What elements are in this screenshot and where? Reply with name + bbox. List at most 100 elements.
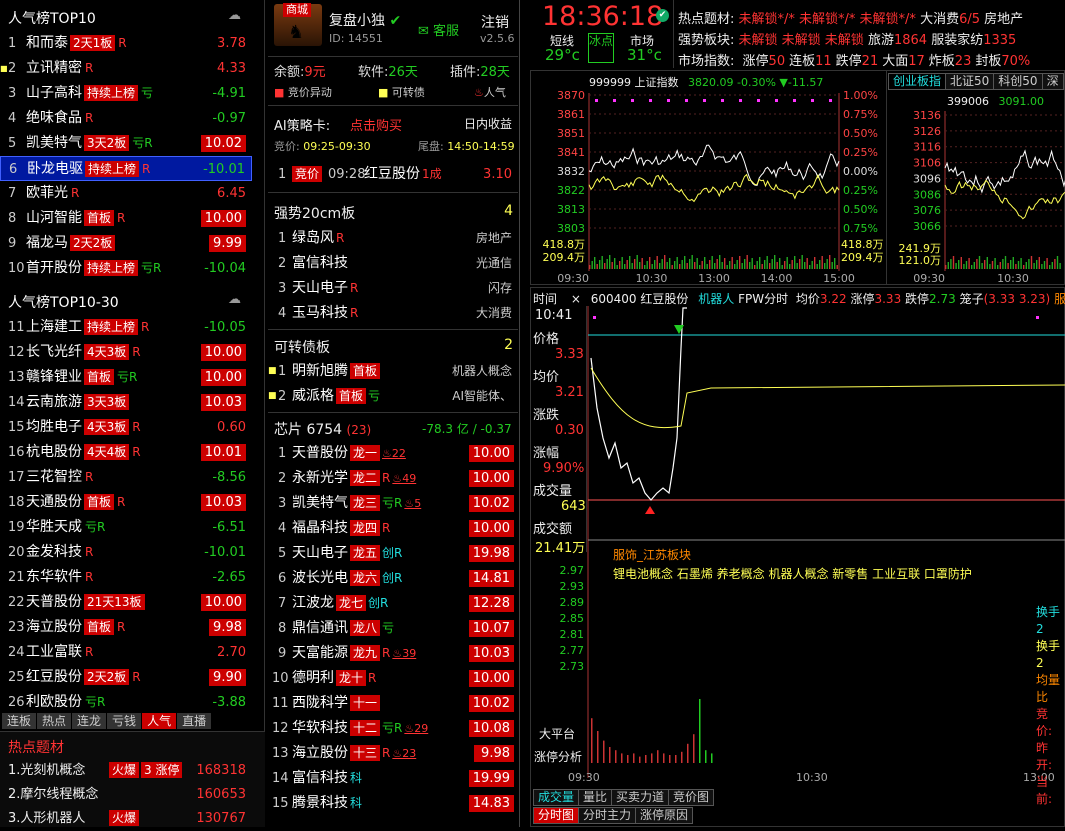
list-item[interactable]: 6 卧龙电驱 持续上榜 R -10.01 — [0, 156, 252, 181]
volume-bar — [769, 263, 771, 269]
list-item[interactable]: 8 鼎信通讯 龙八亏 10.07 — [268, 616, 518, 641]
list-item[interactable]: 18 天通股份 首板 R 10.03 — [0, 490, 252, 515]
bottom-tab2[interactable]: 涨停原因 — [635, 807, 694, 824]
list-item[interactable]: ■ 2 威派格 首板亏 AI智能体、 — [268, 384, 518, 409]
platform-label[interactable]: 大平台 — [539, 725, 575, 742]
rank: 4 — [8, 111, 17, 126]
hot-items[interactable]: 未解锁*/* 未解锁*/* 未解锁*/* — [739, 12, 916, 27]
bottom-tab2[interactable]: 分时主力 — [578, 807, 637, 824]
list-item[interactable]: 3 山子高科 持续上榜亏 -4.91 — [0, 81, 252, 106]
volume-bar — [654, 260, 656, 269]
list-item[interactable]: 4 福晶科技 龙四 R 10.00 — [268, 516, 518, 541]
list-item[interactable]: 3 凯美特气 龙三 亏R ♨5 10.02 — [268, 491, 518, 516]
tab-3[interactable]: 亏钱 — [107, 713, 142, 729]
avatar[interactable]: 商城 ♞ — [274, 3, 322, 46]
list-item[interactable]: 2 富信科技 光通信 — [268, 251, 518, 276]
list-item[interactable]: 1 绿岛风 R 房地产 — [268, 226, 518, 251]
dragon-tag: 龙一 — [350, 445, 381, 461]
list-item[interactable]: 10 首开股份 持续上榜 亏R -10.04 — [0, 256, 252, 281]
bottom-tab[interactable]: 量比 — [578, 789, 613, 806]
list-item[interactable]: 14 富信科技科 19.99 — [268, 766, 518, 791]
volume-bar — [971, 265, 973, 269]
list-item[interactable]: 5 天山电子 龙五 创R 19.98 — [268, 541, 518, 566]
tab-0[interactable]: 连板 — [2, 713, 37, 729]
list-item[interactable]: 2 永新光学 龙二 R ♨49 10.00 — [268, 466, 518, 491]
list-item[interactable]: 14 云南旅游 3天3板 10.03 — [0, 390, 252, 415]
list-item[interactable]: 24 工业富联 R 2.70 — [0, 640, 252, 665]
list-item[interactable]: 11 上海建工 持续上榜 R -10.05 — [0, 315, 252, 340]
list-item[interactable]: 7 欧菲光 R 6.45 — [0, 181, 252, 206]
index-chart[interactable]: 999999 上证指数 3820.09 -0.30% ▼-11.57 3870 1… — [530, 70, 935, 285]
logout-button[interactable]: 注销 — [481, 12, 509, 32]
list-item[interactable]: 20 金发科技 R -10.01 — [0, 540, 252, 565]
list-item[interactable]: 8 山河智能 首板 R 10.00 — [0, 206, 252, 231]
legend-label: 可转债 — [391, 86, 425, 99]
service-button[interactable]: ✉ 客服 — [418, 20, 459, 39]
list-item[interactable]: 13 海立股份 十三 R ♨23 9.98 — [268, 741, 518, 766]
list-item[interactable]: 13 赣锋锂业 首板 亏R 10.00 — [0, 365, 252, 390]
list-item[interactable]: 17 三花智控 R -8.56 — [0, 465, 252, 490]
index2-chart[interactable]: 创业板指 北证50 科创50 深 399006 3091.00 3136 3126 311… — [886, 70, 1065, 285]
list-item[interactable]: 9 天富能源 龙九 R ♨39 10.03 — [268, 641, 518, 666]
list-item[interactable]: ■ 1 明新旭腾 首板 机器人概念 — [268, 359, 518, 384]
ai-buy-link[interactable]: 点击购买 — [350, 115, 402, 134]
list-item[interactable]: 4 绝味食品 R -0.97 — [0, 106, 252, 131]
stock-name-text: 华胜天成 — [26, 519, 82, 535]
list-item[interactable]: 12 华软科技 十二 亏R ♨29 10.08 — [268, 716, 518, 741]
strong-tail2: 服装家纺 — [931, 33, 984, 48]
bottom-tab[interactable]: 买卖力道 — [611, 789, 670, 806]
signal-dot — [613, 99, 616, 102]
list-item[interactable]: 9 福龙马 2天2板 9.99 — [0, 231, 252, 256]
list-item[interactable]: 4 玉马科技 R 大消费 — [268, 301, 518, 326]
list-item[interactable]: 7 江波龙 龙七 创R 12.28 — [268, 591, 518, 616]
list-item[interactable]: 22 天普股份 21天13板 10.00 — [0, 590, 252, 615]
stock-name: 三花智控 R — [26, 465, 93, 490]
list-item[interactable]: 23 海立股份 首板 R 9.98 — [0, 615, 252, 640]
flag-text: R — [382, 646, 391, 660]
tab-1[interactable]: 热点 — [37, 713, 72, 729]
hot-item[interactable]: 3.人形机器人 火爆 130767 — [0, 807, 252, 831]
list-item[interactable]: ■ 2 立讯精密 R 4.33 — [0, 56, 252, 81]
bottom-tab[interactable]: 成交量 — [533, 789, 580, 806]
cloud-icon[interactable]: ☁ — [228, 292, 241, 307]
bottom-tab2[interactable]: 分时图 — [533, 807, 580, 824]
hot-item[interactable]: 2.摩尔线程概念 160653 — [0, 783, 252, 807]
list-item[interactable]: 11 西陇科学 十一 10.02 — [268, 691, 518, 716]
list-item[interactable]: 21 东华软件 R -2.65 — [0, 565, 252, 590]
stock-chart[interactable]: 时间 × 600400 红豆股份 机器人 FPW分时 均价3.22 涨停3.33… — [530, 287, 1065, 827]
list-item[interactable]: 10 德明利 龙十 R 10.00 — [268, 666, 518, 691]
list-item[interactable]: 6 波长光电 龙六 创R 14.81 — [268, 566, 518, 591]
list-item[interactable]: 5 凯美特气 3天2板 亏R 10.02 — [0, 131, 252, 156]
list-item[interactable]: 16 杭电股份 4天4板 R 10.01 — [0, 440, 252, 465]
cloud-icon[interactable]: ☁ — [228, 8, 241, 23]
list-item[interactable]: 15 均胜电子 4天3板 R 0.60 — [0, 415, 252, 440]
list-item[interactable]: 12 长飞光纤 4天3板 R 10.00 — [0, 340, 252, 365]
stock-name-text: 天山电子 — [292, 545, 348, 561]
list-item[interactable]: 25 红豆股份 2天2板 R 9.90 — [0, 665, 252, 690]
limit-analysis-label[interactable]: 涨停分析 — [534, 748, 582, 765]
strong-items[interactable]: 未解锁 未解锁 未解锁 — [739, 33, 864, 48]
list-item[interactable]: 19 华胜天成 亏R -6.51 — [0, 515, 252, 540]
tab-5[interactable]: 直播 — [177, 713, 212, 729]
volume-bar — [624, 264, 626, 269]
ai-row[interactable]: 1 竞价 09:28 红豆股份 1成 3.10 — [268, 162, 518, 187]
stock-name: 工业富联 R — [26, 640, 93, 665]
tab-2[interactable]: 连龙 — [72, 713, 107, 729]
mall-badge[interactable]: 商城 — [283, 3, 311, 17]
list-item[interactable]: 3 天山电子 R 闪存 — [268, 276, 518, 301]
volume-bar — [687, 743, 689, 763]
stock-value: -10.05 — [204, 315, 246, 340]
volume-bar — [603, 740, 605, 763]
tab-4[interactable]: 人气 — [142, 713, 177, 729]
bottom-tab[interactable]: 竞价图 — [668, 789, 715, 806]
list-item[interactable]: 15 腾景科技科 14.83 — [268, 791, 518, 816]
stock-value: -10.04 — [204, 256, 246, 281]
list-item[interactable]: 26 利欧股份 亏R -3.88 — [0, 690, 252, 715]
volume-bar — [1012, 257, 1014, 269]
vol-tick: 209.4万 — [841, 251, 884, 264]
flag-tag: R — [382, 746, 390, 760]
list-item[interactable]: 1 和而泰 2天1板 R 3.78 — [0, 31, 252, 56]
list-item[interactable]: 1 天普股份 龙一 ♨22 10.00 — [268, 441, 518, 466]
board-tag: 2天1板 — [70, 35, 116, 51]
hot-item[interactable]: 1.光刻机概念 火爆 3 涨停 168318 — [0, 759, 252, 783]
